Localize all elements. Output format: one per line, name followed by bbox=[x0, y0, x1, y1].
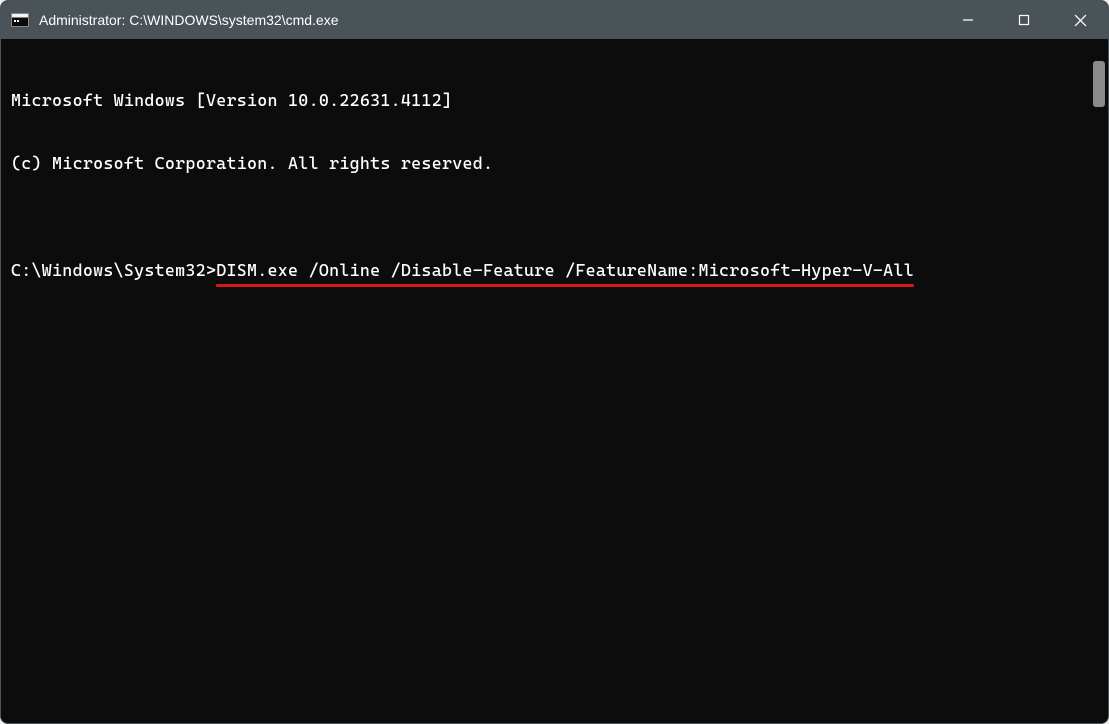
prompt-text: C:\Windows\System32> bbox=[11, 260, 216, 281]
window-controls bbox=[940, 1, 1108, 39]
close-button[interactable] bbox=[1052, 1, 1108, 39]
minimize-button[interactable] bbox=[940, 1, 996, 39]
scrollbar-thumb[interactable] bbox=[1093, 61, 1105, 107]
titlebar[interactable]: Administrator: C:\WINDOWS\system32\cmd.e… bbox=[1, 1, 1108, 39]
underline-annotation-icon bbox=[216, 284, 914, 287]
prompt-line: C:\Windows\System32>DISM.exe /Online /Di… bbox=[11, 260, 1098, 281]
scrollbar-track[interactable] bbox=[1090, 39, 1108, 723]
output-line: (c) Microsoft Corporation. All rights re… bbox=[11, 153, 1098, 174]
output-line: Microsoft Windows [Version 10.0.22631.41… bbox=[11, 90, 1098, 111]
command-wrap: DISM.exe /Online /Disable-Feature /Featu… bbox=[216, 260, 914, 281]
terminal-output[interactable]: Microsoft Windows [Version 10.0.22631.41… bbox=[1, 39, 1108, 723]
maximize-button[interactable] bbox=[996, 1, 1052, 39]
window-title: Administrator: C:\WINDOWS\system32\cmd.e… bbox=[39, 12, 940, 28]
cmd-window: Administrator: C:\WINDOWS\system32\cmd.e… bbox=[0, 0, 1109, 724]
cmd-icon bbox=[11, 13, 29, 27]
command-text: DISM.exe /Online /Disable-Feature /Featu… bbox=[216, 260, 914, 280]
